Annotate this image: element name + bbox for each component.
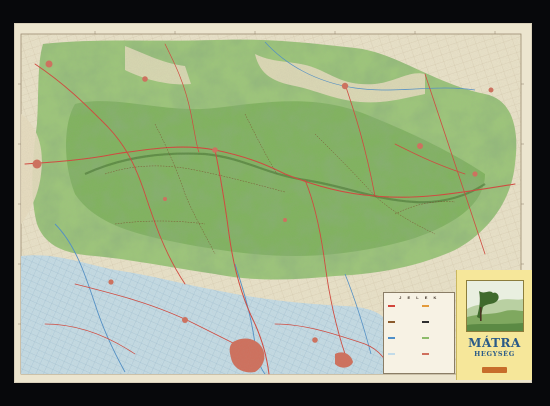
legend-swatch [422,321,429,324]
landscape-illustration [467,281,523,331]
header-notes [265,27,515,39]
legend-swatch [388,337,395,340]
legend-swatch [422,353,429,356]
cover-panel: MÁTRA HEGYSÉG [456,270,532,380]
map-sheet: J E L E K MÁTRA HEGYSÉG [15,24,532,382]
map-legend: J E L E K [383,292,455,374]
legend-swatch [388,305,395,308]
cover-landscape-image [466,280,524,332]
legend-swatch [388,321,395,324]
legend-title: J E L E K [399,295,439,300]
legend-swatch [422,337,429,340]
cover-title: MÁTRA [468,336,521,350]
publisher-badge [482,367,507,373]
legend-swatch [388,353,395,356]
cover-subtitle: HEGYSÉG [474,350,515,358]
legend-swatch [422,305,429,308]
